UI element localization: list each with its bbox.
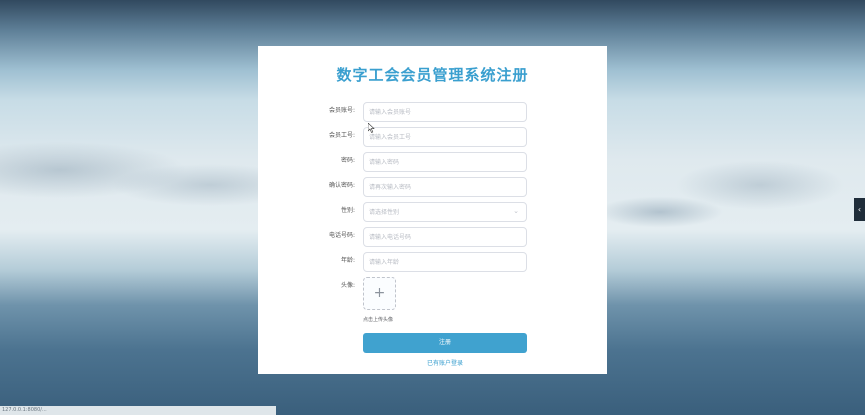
password-label: 密码:	[340, 157, 355, 164]
password-input[interactable]: 请输入密码	[363, 152, 527, 172]
phone-label: 电话号码:	[328, 232, 355, 239]
member-number-placeholder: 请输入会员工号	[369, 134, 412, 141]
age-label: 年龄:	[340, 257, 355, 264]
avatar-upload-button[interactable]: +	[363, 277, 396, 310]
avatar-label: 头像:	[340, 282, 355, 289]
member-account-label: 会员账号:	[328, 107, 355, 114]
confirm-password-label: 确认密码:	[328, 182, 355, 189]
age-placeholder: 请输入年龄	[369, 259, 400, 266]
confirm-password-placeholder: 请再次输入密码	[369, 184, 412, 191]
chevron-left-icon[interactable]: ‹	[854, 198, 865, 221]
gender-label: 性别:	[340, 207, 355, 214]
gender-select[interactable]: 请选择性别 ⌄	[363, 202, 527, 222]
password-placeholder: 请输入密码	[369, 159, 400, 166]
login-link[interactable]: 已有账户登录	[363, 358, 527, 367]
phone-placeholder: 请输入电话号码	[369, 234, 412, 241]
member-account-placeholder: 请输入会员账号	[369, 109, 412, 116]
phone-input[interactable]: 请输入电话号码	[363, 227, 527, 247]
status-bar-url: 127.0.0.1:8080/...	[0, 406, 276, 415]
gender-placeholder: 请选择性别	[369, 209, 400, 216]
register-button[interactable]: 注册	[363, 333, 527, 353]
avatar-upload-hint: 点击上传头像	[363, 317, 394, 323]
mouse-cursor-icon	[368, 123, 375, 133]
chevron-down-icon: ⌄	[513, 207, 519, 215]
member-account-input[interactable]: 请输入会员账号	[363, 102, 527, 122]
page-title: 数字工会会员管理系统注册	[336, 66, 529, 84]
age-input[interactable]: 请输入年龄	[363, 252, 527, 272]
member-number-input[interactable]: 请输入会员工号	[363, 127, 527, 147]
member-number-label: 会员工号:	[328, 132, 355, 139]
plus-icon: +	[373, 285, 386, 301]
confirm-password-input[interactable]: 请再次输入密码	[363, 177, 527, 197]
